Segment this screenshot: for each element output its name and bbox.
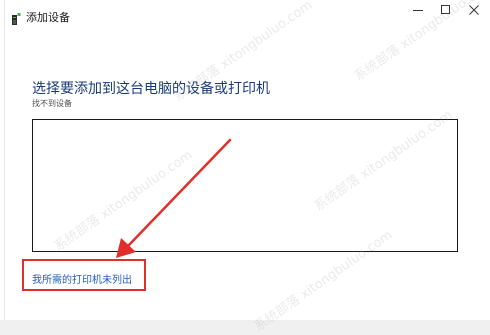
window-title: 添加设备 [26,11,70,24]
page-heading: 选择要添加到这台电脑的设备或打印机 [32,81,270,97]
add-device-window: 添加设备 选择要添加到这台电脑的设备或打印机 找不到设备 我所需的打印机未列出 [0,0,490,335]
maximize-icon [441,5,450,14]
parent-window-edge [0,0,5,335]
minimize-icon [413,10,423,11]
close-button[interactable] [458,0,490,20]
printer-not-listed-link[interactable]: 我所需的打印机未列出 [32,271,132,286]
title-bar: 添加设备 [4,0,490,32]
search-status-text: 找不到设备 [32,99,72,108]
device-list-box[interactable] [32,119,458,252]
device-printer-icon [12,11,21,25]
footer-bar [0,320,490,335]
close-icon [469,5,479,15]
